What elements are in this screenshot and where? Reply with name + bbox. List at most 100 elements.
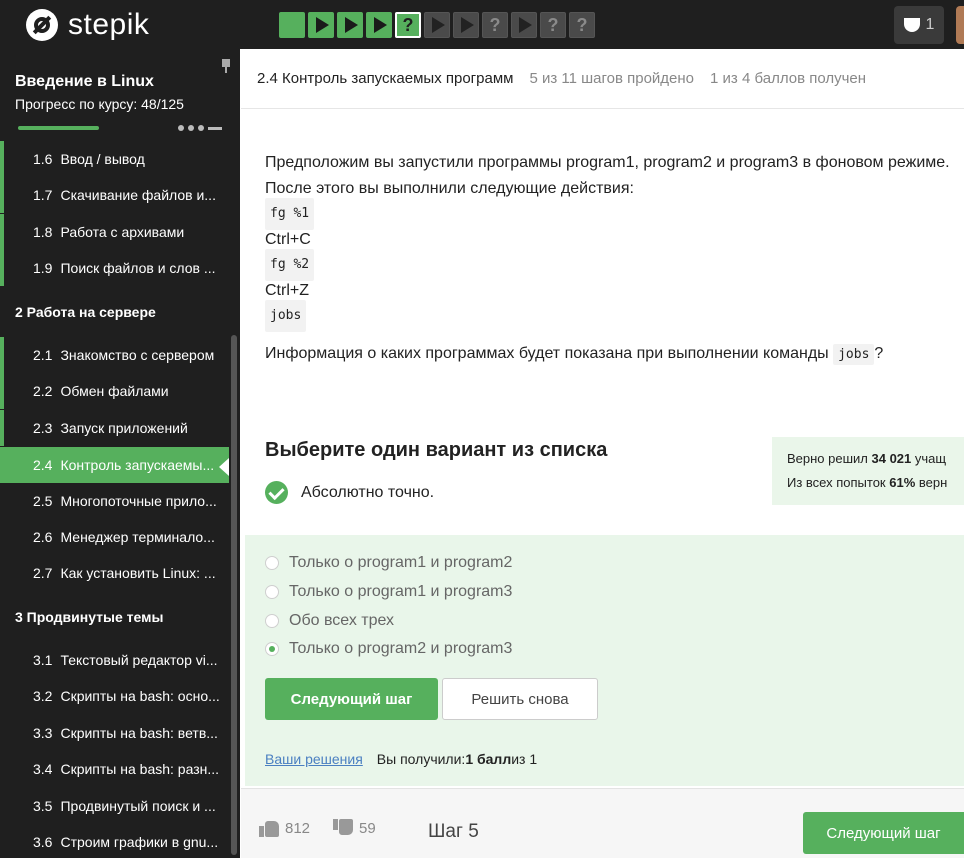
sidebar-lesson-3-2[interactable]: 3.2 Скрипты на bash: осно...	[0, 678, 229, 714]
sidebar-lesson-2-1[interactable]: 2.1 Знакомство с сервером	[0, 337, 229, 373]
play-icon	[519, 17, 532, 33]
lesson-title: 2.4 Контроль запускаемых программ	[257, 70, 514, 87]
task-intro-2: После этого вы выполнили следующие дейст…	[265, 179, 634, 197]
sidebar-scrollbar[interactable]	[231, 335, 237, 855]
question-icon: ?	[547, 14, 559, 35]
avatar[interactable]	[956, 6, 964, 44]
play-icon	[316, 17, 329, 33]
play-icon	[461, 17, 474, 33]
step-label: Шаг 5	[428, 821, 479, 842]
step-11-quiz[interactable]: ?	[569, 12, 595, 38]
sidebar-lesson-3-1[interactable]: 3.1 Текстовый редактор vi...	[0, 642, 229, 678]
trophy-icon	[903, 18, 920, 32]
your-solutions-link[interactable]: Ваши решения	[265, 751, 363, 767]
sidebar-lesson-3-4[interactable]: 3.4 Скрипты на bash: разн...	[0, 751, 229, 787]
sidebar-section-3[interactable]: 3 Продвинутые темы	[15, 609, 163, 625]
code-jobs-inline: jobs	[833, 344, 875, 365]
course-progress-bar	[18, 125, 228, 131]
solve-again-button[interactable]: Решить снова	[442, 678, 598, 720]
question-icon: ?	[576, 14, 588, 35]
step-1-text[interactable]	[279, 12, 305, 38]
step-navigation: ? ? ? ?	[279, 12, 595, 38]
sidebar-lesson-2-5[interactable]: 2.5 Многопоточные прило...	[0, 483, 229, 519]
course-title[interactable]: Введение в Linux	[15, 73, 154, 91]
quiz-verdict: Абсолютно точно.	[265, 481, 434, 504]
step-5-quiz[interactable]: ?	[395, 12, 421, 38]
course-sidebar: Введение в Linux Прогресс по курсу: 48/1…	[0, 49, 240, 858]
play-icon	[432, 17, 445, 33]
steps-done: 5 из 11 шагов пройдено	[529, 70, 695, 87]
lesson-header: 2.4 Контроль запускаемых программ 5 из 1…	[241, 49, 964, 109]
option-1[interactable]: Только о program1 и program2	[265, 554, 512, 572]
radio-button-selected[interactable]	[265, 642, 279, 656]
sidebar-lesson-3-6[interactable]: 3.6 Строим графики в gnu...	[0, 824, 229, 858]
progress-markers	[178, 125, 222, 131]
step-10-quiz[interactable]: ?	[540, 12, 566, 38]
task-intro-1: Предположим вы запустили программы progr…	[265, 154, 950, 171]
next-step-button[interactable]: Следующий шаг	[265, 678, 438, 720]
achievements-count: 1	[925, 16, 935, 33]
task-line-ctrl-c: Ctrl+C	[265, 230, 311, 248]
sidebar-lesson-1-8[interactable]: 1.8 Работа с архивами	[0, 214, 229, 250]
radio-button[interactable]	[265, 585, 279, 599]
step-8-quiz[interactable]: ?	[482, 12, 508, 38]
footer-next-step-button[interactable]: Следующий шаг	[803, 812, 964, 854]
achievements-button[interactable]: 1	[894, 6, 944, 44]
option-2[interactable]: Только о program1 и program3	[265, 583, 512, 601]
stepik-logo[interactable]: stepik	[26, 8, 149, 42]
progress-fill	[18, 126, 99, 130]
sidebar-lesson-2-7[interactable]: 2.7 Как установить Linux: ...	[0, 555, 229, 591]
pin-icon[interactable]	[221, 59, 231, 73]
task-line-ctrl-z: Ctrl+Z	[265, 281, 309, 299]
sidebar-lesson-2-2[interactable]: 2.2 Обмен файлами	[0, 373, 229, 409]
points-earned: 1 из 4 баллов получен	[710, 70, 867, 87]
check-circle-icon	[265, 481, 288, 504]
course-progress-label: Прогресс по курсу: 48/125	[15, 96, 184, 112]
quiz-stats: Верно решил 34 021 учащ Из всех попыток …	[772, 437, 964, 505]
step-4-video[interactable]	[366, 12, 392, 38]
sidebar-lesson-1-6[interactable]: 1.6 Ввод / вывод	[0, 141, 229, 177]
option-4-selected[interactable]: Только о program2 и program3	[265, 640, 512, 658]
task-question: Информация о каких программах будет пока…	[265, 344, 883, 365]
solvers-count: 34 021	[871, 451, 912, 466]
success-rate: 61%	[889, 475, 916, 490]
task-text: Предположим вы запустили программы progr…	[265, 150, 964, 332]
top-navbar: stepik ? ? ? ? 1	[0, 0, 964, 49]
score-row: Ваши решения Вы получили: 1 балл из 1	[265, 751, 538, 767]
logo-text: stepik	[68, 8, 150, 41]
code-fg-2: fg %2	[265, 249, 315, 281]
sidebar-lesson-1-9[interactable]: 1.9 Поиск файлов и слов ...	[0, 250, 229, 286]
step-7-video[interactable]	[453, 12, 479, 38]
sidebar-lesson-1-7[interactable]: 1.7 Скачивание файлов и...	[0, 177, 229, 213]
step-9-video[interactable]	[511, 12, 537, 38]
step-6-video[interactable]	[424, 12, 450, 38]
sidebar-lesson-3-5[interactable]: 3.5 Продвинутый поиск и ...	[0, 788, 229, 824]
dislike-count: 59	[359, 819, 376, 837]
sidebar-lesson-2-6[interactable]: 2.6 Менеджер терминало...	[0, 519, 229, 555]
stepik-logo-icon	[26, 9, 58, 41]
step-footer: 812 59 Шаг 5 Следующий шаг	[241, 789, 964, 858]
like-count: 812	[285, 819, 311, 837]
quiz-instruction: Выберите один вариант из списка	[265, 439, 608, 461]
radio-button[interactable]	[265, 614, 279, 628]
active-lesson-arrow-icon	[219, 458, 229, 476]
step-2-video[interactable]	[308, 12, 334, 38]
thumbs-up-icon	[259, 819, 279, 837]
verdict-text: Абсолютно точно.	[301, 483, 435, 501]
sidebar-lesson-3-3[interactable]: 3.3 Скрипты на bash: ветв...	[0, 715, 229, 751]
answer-panel: Только о program1 и program2 Только о pr…	[245, 535, 964, 786]
radio-button[interactable]	[265, 556, 279, 570]
sidebar-section-2[interactable]: 2 Работа на сервере	[15, 304, 156, 320]
score-value: 1 балл	[465, 751, 512, 767]
like-button[interactable]: 812	[259, 819, 310, 837]
play-icon	[345, 17, 358, 33]
question-icon: ?	[402, 14, 414, 35]
sidebar-lesson-2-3[interactable]: 2.3 Запуск приложений	[0, 410, 229, 446]
dislike-button[interactable]: 59	[333, 819, 376, 837]
code-fg-1: fg %1	[265, 198, 315, 230]
sidebar-lesson-2-4-active[interactable]: 2.4 Контроль запускаемы...	[0, 447, 229, 483]
step-3-video[interactable]	[337, 12, 363, 38]
thumbs-down-icon	[333, 819, 353, 837]
option-3[interactable]: Обо всех трех	[265, 612, 394, 630]
play-icon	[374, 17, 387, 33]
